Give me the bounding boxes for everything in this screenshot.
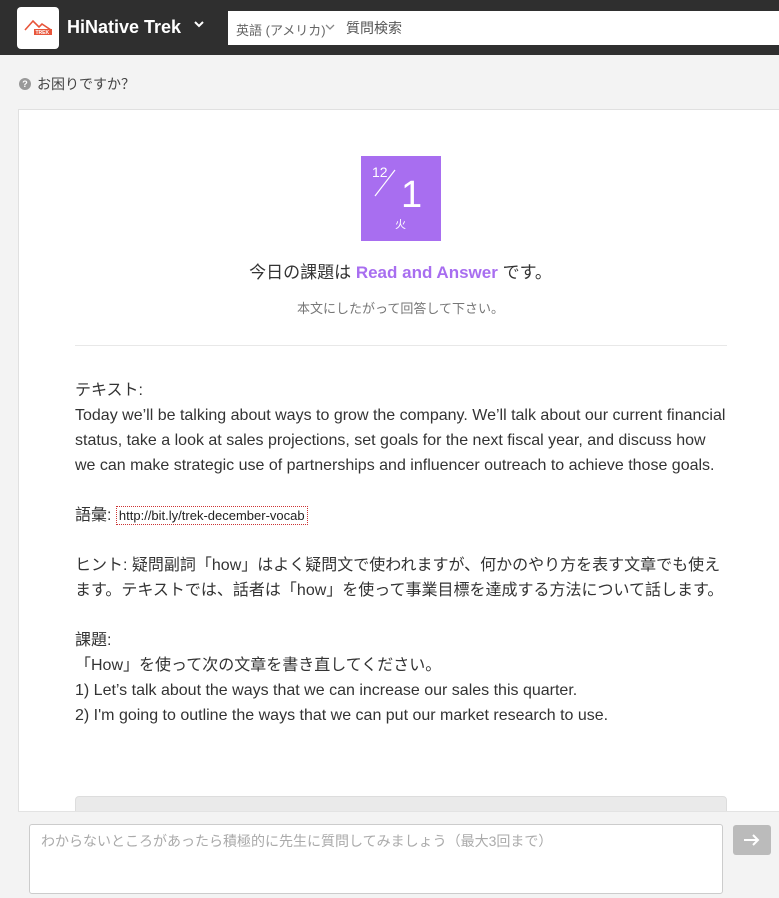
help-label: お困りですか？: [37, 76, 135, 92]
vocab-row: 語彙: http://bit.ly/trek-december-vocab: [75, 503, 727, 528]
assignment-item-1: 1) Let’s talk about the ways that we can…: [75, 682, 578, 699]
task-suffix: です。: [502, 263, 552, 282]
date-day: 1: [401, 174, 423, 216]
help-link[interactable]: ? お困りですか？: [19, 74, 135, 94]
divider: [75, 345, 727, 346]
assignment-item-2: 2) I'm going to outline the ways that we…: [75, 707, 609, 724]
task-heading: 今日の課題は Read and Answer です。: [19, 258, 779, 283]
trek-logo-icon: TREK: [24, 19, 52, 36]
question-circle-icon: ?: [19, 78, 31, 90]
chevron-down-icon[interactable]: [193, 20, 205, 30]
language-selector[interactable]: 英語 (アメリカ): [236, 20, 326, 39]
question-bar: [18, 811, 779, 898]
brand-name[interactable]: HiNative Trek: [67, 17, 181, 38]
assignment-instruction: 「How」を使って次の文章を書き直してください。: [75, 657, 442, 674]
assignment-label: 課題:: [75, 632, 112, 649]
svg-text:TREK: TREK: [36, 30, 50, 36]
date-badge: 12 1 火: [361, 156, 441, 241]
lesson-card: 12 1 火 今日の課題は Read and Answer です。 本文にしたが…: [18, 109, 779, 856]
top-navigation-bar: TREK HiNative Trek 英語 (アメリカ): [0, 0, 779, 55]
chevron-down-icon[interactable]: [325, 23, 335, 31]
task-subtitle: 本文にしたがって回答して下さい。: [297, 301, 504, 316]
vocab-label: 語彙:: [75, 507, 112, 524]
text-body: Today we’ll be talking about ways to gro…: [75, 407, 726, 474]
lesson-content: テキスト: Today we’ll be talking about ways …: [75, 378, 727, 728]
question-input[interactable]: [29, 824, 723, 894]
vocab-link[interactable]: http://bit.ly/trek-december-vocab: [115, 506, 308, 525]
task-prefix: 今日の課題は: [249, 263, 352, 282]
trek-logo[interactable]: TREK: [17, 7, 59, 49]
date-weekday: 火: [395, 219, 406, 231]
search-input[interactable]: [346, 11, 766, 45]
date-slash: [374, 169, 396, 197]
search-bar: 英語 (アメリカ): [228, 11, 779, 45]
arrow-right-icon: [744, 834, 760, 846]
task-name: Read and Answer: [355, 263, 498, 282]
hint-text: ヒント: 疑問副詞「how」はよく疑問文で使われますが、何かのやり方を表す文章で…: [75, 557, 724, 599]
send-button[interactable]: [733, 825, 771, 855]
text-label: テキスト:: [75, 382, 143, 399]
